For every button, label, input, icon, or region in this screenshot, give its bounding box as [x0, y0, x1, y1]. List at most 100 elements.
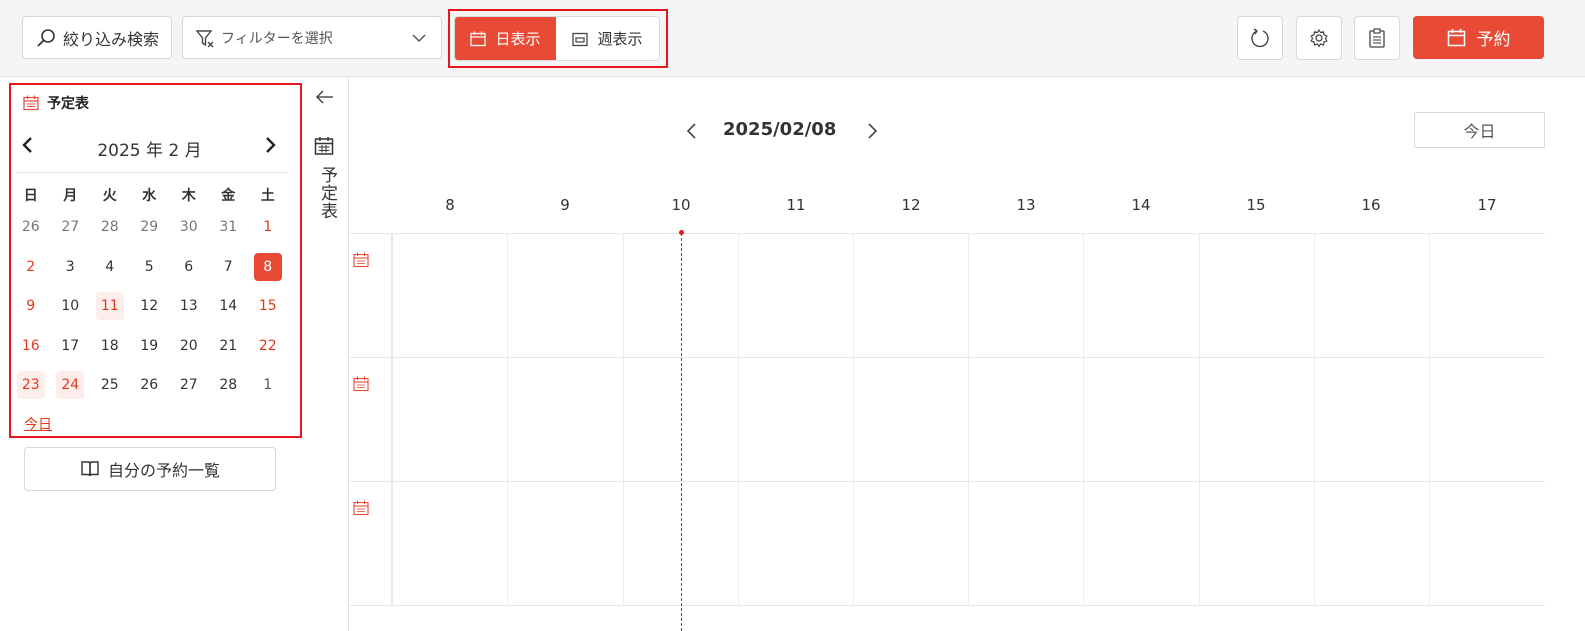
resource-row[interactable]: [349, 482, 1545, 606]
hour-label: 15: [1246, 196, 1266, 214]
calendar-day[interactable]: 1: [248, 213, 288, 241]
weekday-label: 水: [142, 188, 157, 204]
my-reservations-label: 自分の予約一覧: [107, 461, 220, 480]
schedule-view: 2025/02/08 今日 8 9 10 11 12 13 14 15 16 1…: [348, 77, 1585, 631]
row-label-divider: [391, 234, 393, 606]
reserve-button[interactable]: 予約: [1413, 16, 1544, 59]
calendar-day-selected[interactable]: 8: [248, 253, 288, 281]
calendar-week: 23 24 25 26 27 28 1: [11, 371, 288, 399]
calendar-day[interactable]: 2: [11, 253, 51, 281]
toolbar: 絞り込み検索 フィルターを選択 日表示 週表示 予約: [0, 0, 1585, 77]
hour-label: 16: [1361, 196, 1381, 214]
current-time-dot: [679, 230, 684, 235]
calendar-day[interactable]: 27: [169, 371, 209, 399]
side-strip-label: 予定表: [317, 166, 337, 220]
calendar-day[interactable]: 29: [130, 213, 170, 241]
weekday-label: 木: [181, 188, 196, 204]
calendar-day[interactable]: 28: [90, 213, 130, 241]
calendar-title: 予定表: [23, 93, 89, 113]
calendar-day[interactable]: 18: [90, 332, 130, 360]
calendar-day[interactable]: 15: [248, 292, 288, 320]
calendar-day[interactable]: 25: [90, 371, 130, 399]
hour-label: 11: [786, 196, 806, 214]
hour-gridline: [507, 234, 508, 606]
filter-select[interactable]: フィルターを選択: [182, 16, 442, 59]
calendar-day-holiday[interactable]: 11: [90, 292, 130, 320]
calendar-day[interactable]: 27: [51, 213, 91, 241]
chevron-down-icon: [412, 34, 426, 43]
refresh-button[interactable]: [1237, 16, 1283, 60]
filter-icon: [195, 29, 214, 47]
calendar-week: 2 3 4 5 6 7 8: [11, 253, 288, 281]
week-calendar-icon: [572, 32, 589, 46]
calendar-day[interactable]: 14: [209, 292, 249, 320]
calendar-day[interactable]: 13: [169, 292, 209, 320]
hour-gridline: [853, 234, 854, 606]
calendar-day[interactable]: 10: [51, 292, 91, 320]
divider: [17, 172, 289, 173]
today-link[interactable]: 今日: [24, 414, 52, 434]
calendar-icon[interactable]: [314, 136, 334, 156]
calendar-icon: [23, 95, 39, 111]
calendar-day[interactable]: 26: [11, 213, 51, 241]
clipboard-button[interactable]: [1354, 16, 1400, 60]
calendar-day[interactable]: 30: [169, 213, 209, 241]
side-strip: 予定表: [305, 80, 347, 631]
weekday-header: 日 月 火 水 木 金 土: [11, 185, 288, 205]
today-button[interactable]: 今日: [1414, 112, 1545, 148]
chevron-left-icon[interactable]: [685, 121, 699, 141]
calendar-day[interactable]: 12: [130, 292, 170, 320]
calendar-day[interactable]: 20: [169, 332, 209, 360]
month-navigator: 2025 年 2 月: [11, 131, 300, 165]
calendar-day[interactable]: 19: [130, 332, 170, 360]
calendar-day[interactable]: 16: [11, 332, 51, 360]
search-label: 絞り込み検索: [63, 29, 160, 49]
calendar-icon: [353, 376, 369, 392]
gear-icon: [1310, 28, 1328, 48]
hour-label: 8: [445, 196, 455, 214]
calendar-day[interactable]: 31: [209, 213, 249, 241]
calendar-icon: [470, 31, 487, 46]
calendar-day-holiday[interactable]: 23: [11, 371, 51, 399]
calendar-day[interactable]: 6: [169, 253, 209, 281]
calendar-day[interactable]: 26: [130, 371, 170, 399]
calendar-day[interactable]: 3: [51, 253, 91, 281]
calendar-day[interactable]: 21: [209, 332, 249, 360]
search-button[interactable]: 絞り込み検索: [22, 16, 172, 59]
resource-row[interactable]: [349, 358, 1545, 482]
hour-label: 9: [560, 196, 570, 214]
calendar-day[interactable]: 5: [130, 253, 170, 281]
hour-label: 17: [1477, 196, 1497, 214]
calendar-day[interactable]: 7: [209, 253, 249, 281]
hour-gridline: [623, 234, 624, 606]
calendar-day[interactable]: 4: [90, 253, 130, 281]
hour-gridline: [1314, 234, 1315, 606]
weekday-label: 金: [221, 188, 236, 204]
weekday-label: 土: [260, 188, 275, 204]
calendar-title-text: 予定表: [47, 96, 89, 112]
calendar-day[interactable]: 28: [209, 371, 249, 399]
arrow-left-icon[interactable]: [315, 88, 335, 106]
month-label: 2025 年 2 月: [97, 141, 202, 161]
day-view-label: 日表示: [495, 30, 541, 48]
calendar-week: 16 17 18 19 20 21 22: [11, 332, 288, 360]
week-view-button[interactable]: 週表示: [556, 17, 659, 60]
day-view-button[interactable]: 日表示: [455, 17, 556, 60]
my-reservations-button[interactable]: 自分の予約一覧: [24, 447, 276, 491]
chevron-right-icon[interactable]: [865, 121, 879, 141]
hour-label: 10: [671, 196, 691, 214]
calendar-week: 26 27 28 29 30 31 1: [11, 213, 288, 241]
chevron-right-icon[interactable]: [261, 135, 279, 155]
hour-label: 12: [901, 196, 921, 214]
view-toggle: 日表示 週表示: [454, 16, 660, 61]
calendar-day[interactable]: 22: [248, 332, 288, 360]
settings-button[interactable]: [1296, 16, 1342, 60]
clipboard-icon: [1369, 28, 1385, 48]
calendar-day[interactable]: 9: [11, 292, 51, 320]
calendar-day[interactable]: 1: [248, 371, 288, 399]
calendar-day-holiday[interactable]: 24: [51, 371, 91, 399]
calendar-icon: [353, 252, 369, 268]
filter-placeholder: フィルターを選択: [221, 30, 333, 47]
resource-row[interactable]: [349, 234, 1545, 358]
calendar-day[interactable]: 17: [51, 332, 91, 360]
